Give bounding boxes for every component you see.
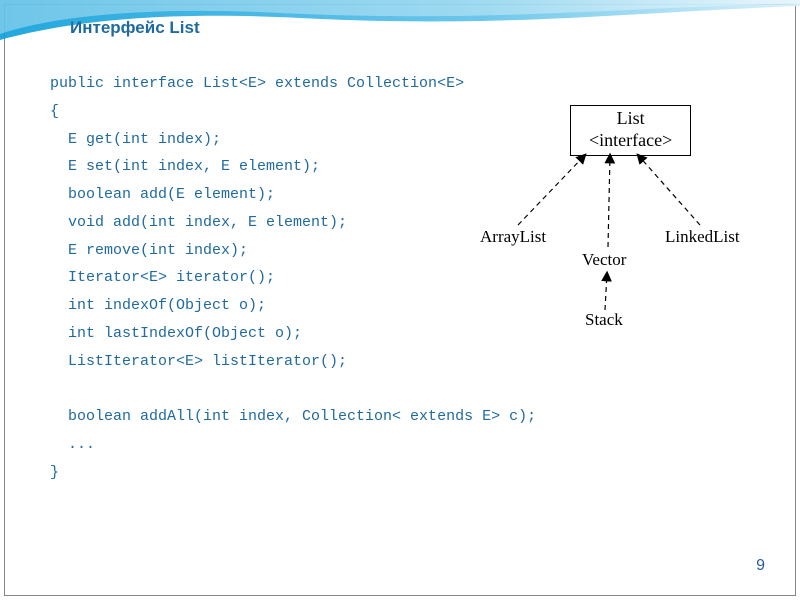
linkedlist-label: LinkedList [665,227,740,247]
code-line: ... [50,436,95,453]
code-line: int lastIndexOf(Object o); [50,325,302,342]
code-line: } [50,464,59,481]
code-line: int indexOf(Object o); [50,297,266,314]
list-box-subtitle: <interface> [589,130,672,152]
code-line: E get(int index); [50,131,221,148]
code-line: public interface List<E> extends Collect… [50,75,464,92]
code-line: E set(int index, E element); [50,158,320,175]
code-line: void add(int index, E element); [50,214,347,231]
code-line: boolean addAll(int index, Collection< ex… [50,408,536,425]
arraylist-label: ArrayList [480,227,546,247]
code-line: Iterator<E> iterator(); [50,269,275,286]
vector-label: Vector [582,250,626,270]
page-number: 9 [756,557,765,575]
list-interface-box: List <interface> [570,105,691,156]
code-line: E remove(int index); [50,242,248,259]
code-line: boolean add(E element); [50,186,275,203]
code-line: ListIterator<E> listIterator(); [50,353,347,370]
list-box-title: List [589,108,672,130]
stack-label: Stack [585,310,623,330]
slide-title: Интерфейс List [70,18,200,38]
class-hierarchy-diagram: List <interface> ArrayList Vector Linked… [460,105,750,335]
code-line: { [50,103,59,120]
